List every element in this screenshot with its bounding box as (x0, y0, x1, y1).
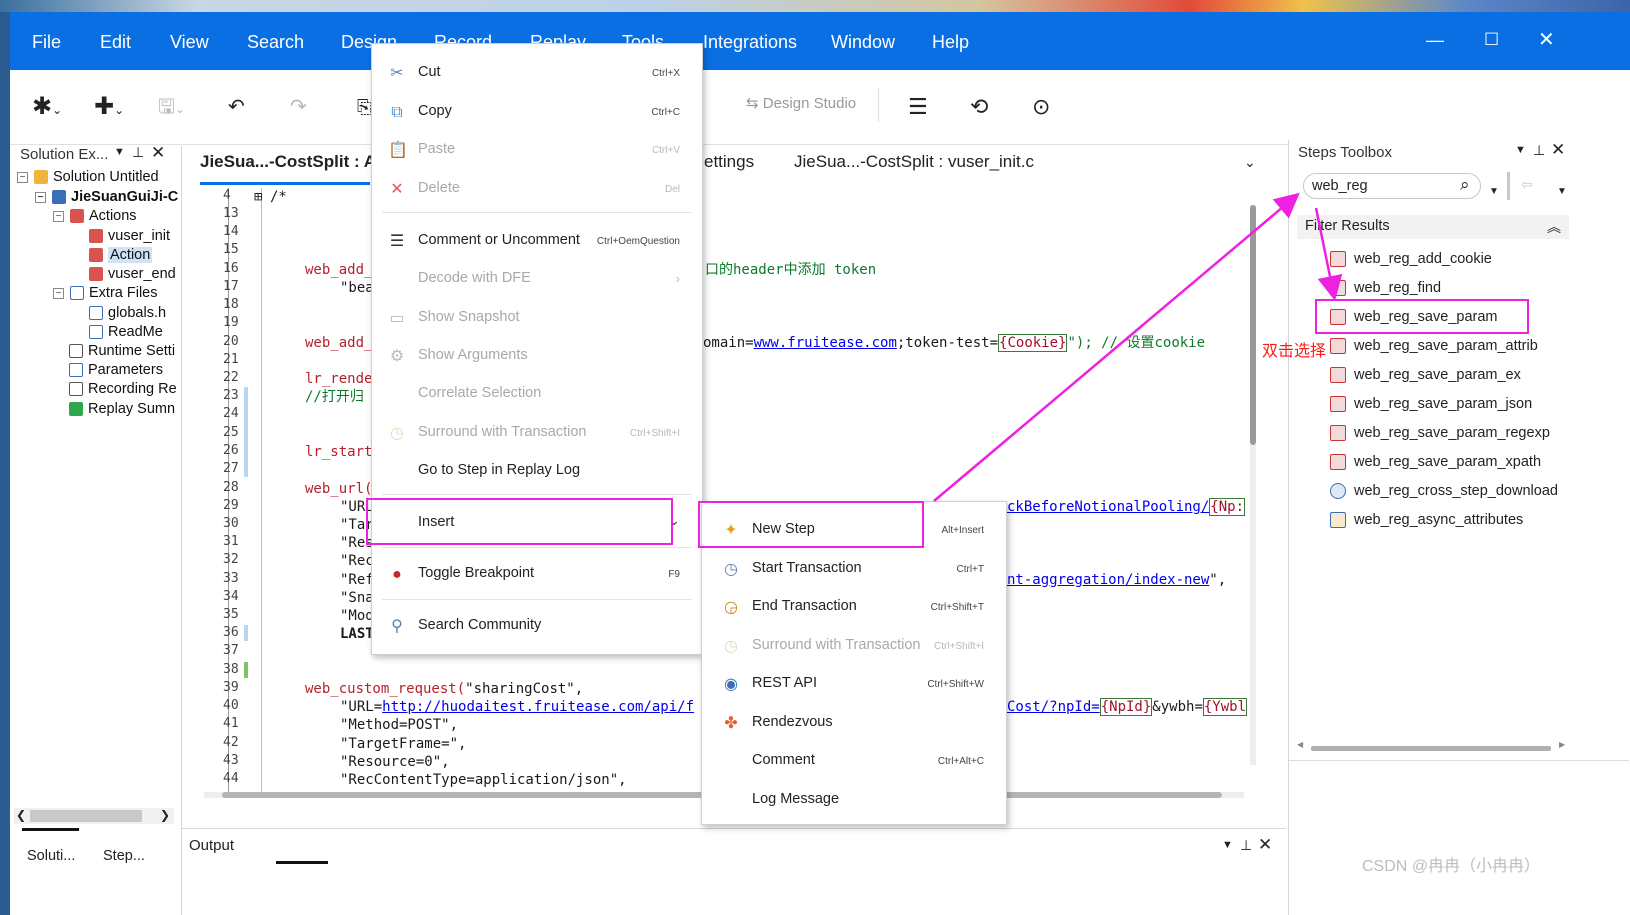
annotation-arrows (933, 192, 1343, 502)
arrow-to-result (1314, 207, 1343, 301)
arrow-to-search (933, 192, 1300, 502)
